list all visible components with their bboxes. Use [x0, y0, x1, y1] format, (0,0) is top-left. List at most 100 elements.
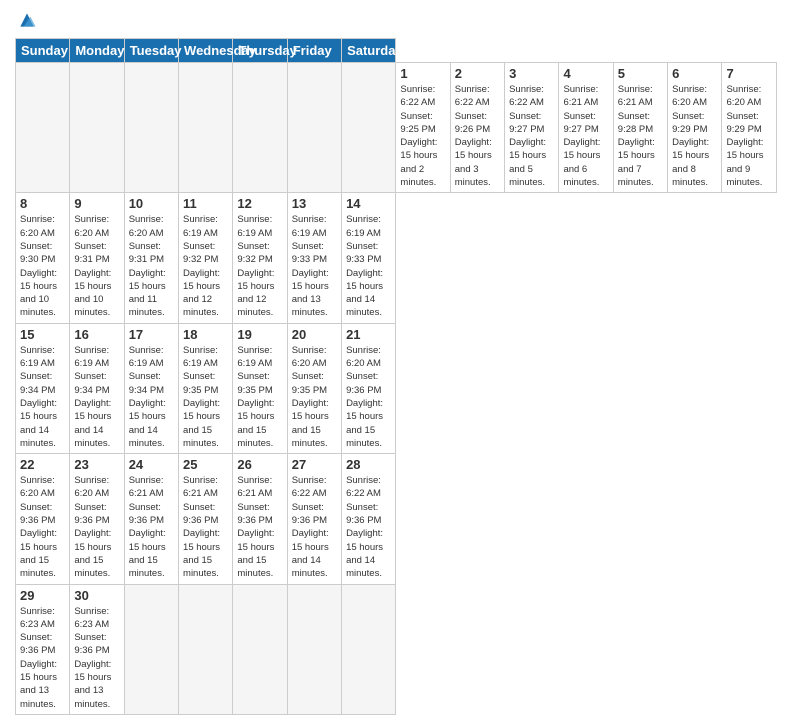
day-number: 7 — [726, 66, 772, 81]
daylight: Daylight: 15 hours and 15 minutes. — [237, 528, 274, 579]
sunset: Sunset: 9:34 PM — [20, 371, 55, 395]
sunset: Sunset: 9:28 PM — [618, 111, 653, 135]
day-number: 28 — [346, 457, 391, 472]
col-header-tuesday: Tuesday — [124, 39, 178, 63]
daylight: Daylight: 15 hours and 7 minutes. — [618, 137, 655, 188]
sunset: Sunset: 9:26 PM — [455, 111, 490, 135]
sunrise: Sunrise: 6:21 AM — [563, 84, 598, 108]
col-header-saturday: Saturday — [342, 39, 396, 63]
sunrise: Sunrise: 6:20 AM — [74, 214, 109, 238]
day-number: 29 — [20, 588, 65, 603]
day-number: 30 — [74, 588, 119, 603]
day-number: 12 — [237, 196, 282, 211]
day-number: 17 — [129, 327, 174, 342]
sunset: Sunset: 9:33 PM — [346, 241, 381, 265]
sunset: Sunset: 9:36 PM — [237, 502, 272, 526]
calendar-cell: 4 Sunrise: 6:21 AM Sunset: 9:27 PM Dayli… — [559, 63, 613, 193]
col-header-friday: Friday — [287, 39, 341, 63]
sunset: Sunset: 9:35 PM — [237, 371, 272, 395]
day-number: 4 — [563, 66, 608, 81]
daylight: Daylight: 15 hours and 11 minutes. — [129, 268, 166, 319]
day-info: Sunrise: 6:23 AM Sunset: 9:36 PM Dayligh… — [74, 605, 119, 711]
day-number: 9 — [74, 196, 119, 211]
sunrise: Sunrise: 6:19 AM — [237, 214, 272, 238]
daylight: Daylight: 15 hours and 10 minutes. — [74, 268, 111, 319]
sunset: Sunset: 9:36 PM — [20, 502, 55, 526]
sunrise: Sunrise: 6:19 AM — [183, 214, 218, 238]
day-info: Sunrise: 6:19 AM Sunset: 9:34 PM Dayligh… — [74, 344, 119, 450]
daylight: Daylight: 15 hours and 15 minutes. — [183, 528, 220, 579]
daylight: Daylight: 15 hours and 12 minutes. — [183, 268, 220, 319]
daylight: Daylight: 15 hours and 5 minutes. — [509, 137, 546, 188]
sunrise: Sunrise: 6:19 AM — [237, 345, 272, 369]
day-info: Sunrise: 6:19 AM Sunset: 9:33 PM Dayligh… — [292, 213, 337, 319]
day-number: 23 — [74, 457, 119, 472]
sunset: Sunset: 9:36 PM — [20, 632, 55, 656]
sunrise: Sunrise: 6:22 AM — [346, 475, 381, 499]
daylight: Daylight: 15 hours and 8 minutes. — [672, 137, 709, 188]
day-number: 25 — [183, 457, 228, 472]
day-info: Sunrise: 6:20 AM Sunset: 9:35 PM Dayligh… — [292, 344, 337, 450]
sunrise: Sunrise: 6:20 AM — [74, 475, 109, 499]
day-number: 5 — [618, 66, 663, 81]
calendar-cell — [342, 63, 396, 193]
calendar-cell: 29 Sunrise: 6:23 AM Sunset: 9:36 PM Dayl… — [16, 584, 70, 714]
day-number: 2 — [455, 66, 500, 81]
daylight: Daylight: 15 hours and 14 minutes. — [346, 268, 383, 319]
daylight: Daylight: 15 hours and 9 minutes. — [726, 137, 763, 188]
day-number: 16 — [74, 327, 119, 342]
sunset: Sunset: 9:32 PM — [183, 241, 218, 265]
calendar-cell — [233, 63, 287, 193]
sunrise: Sunrise: 6:19 AM — [20, 345, 55, 369]
calendar-cell — [16, 63, 70, 193]
sunset: Sunset: 9:36 PM — [183, 502, 218, 526]
day-number: 11 — [183, 196, 228, 211]
sunrise: Sunrise: 6:19 AM — [292, 214, 327, 238]
day-number: 8 — [20, 196, 65, 211]
calendar-cell: 27 Sunrise: 6:22 AM Sunset: 9:36 PM Dayl… — [287, 454, 341, 584]
sunset: Sunset: 9:36 PM — [74, 502, 109, 526]
calendar-cell: 5 Sunrise: 6:21 AM Sunset: 9:28 PM Dayli… — [613, 63, 667, 193]
day-info: Sunrise: 6:20 AM Sunset: 9:29 PM Dayligh… — [726, 83, 772, 189]
day-number: 26 — [237, 457, 282, 472]
calendar-cell: 24 Sunrise: 6:21 AM Sunset: 9:36 PM Dayl… — [124, 454, 178, 584]
calendar-cell: 3 Sunrise: 6:22 AM Sunset: 9:27 PM Dayli… — [505, 63, 559, 193]
sunrise: Sunrise: 6:21 AM — [129, 475, 164, 499]
sunset: Sunset: 9:36 PM — [346, 371, 381, 395]
day-number: 10 — [129, 196, 174, 211]
sunset: Sunset: 9:32 PM — [237, 241, 272, 265]
calendar-cell: 14 Sunrise: 6:19 AM Sunset: 9:33 PM Dayl… — [342, 193, 396, 323]
day-number: 22 — [20, 457, 65, 472]
sunrise: Sunrise: 6:19 AM — [183, 345, 218, 369]
sunset: Sunset: 9:31 PM — [74, 241, 109, 265]
calendar-cell: 25 Sunrise: 6:21 AM Sunset: 9:36 PM Dayl… — [179, 454, 233, 584]
day-number: 15 — [20, 327, 65, 342]
daylight: Daylight: 15 hours and 14 minutes. — [129, 398, 166, 449]
daylight: Daylight: 15 hours and 2 minutes. — [400, 137, 437, 188]
sunrise: Sunrise: 6:22 AM — [455, 84, 490, 108]
calendar-header-row: SundayMondayTuesdayWednesdayThursdayFrid… — [16, 39, 777, 63]
day-info: Sunrise: 6:23 AM Sunset: 9:36 PM Dayligh… — [20, 605, 65, 711]
sunset: Sunset: 9:31 PM — [129, 241, 164, 265]
day-info: Sunrise: 6:20 AM Sunset: 9:31 PM Dayligh… — [129, 213, 174, 319]
daylight: Daylight: 15 hours and 14 minutes. — [74, 398, 111, 449]
calendar-cell: 11 Sunrise: 6:19 AM Sunset: 9:32 PM Dayl… — [179, 193, 233, 323]
day-info: Sunrise: 6:21 AM Sunset: 9:36 PM Dayligh… — [129, 474, 174, 580]
calendar-cell: 19 Sunrise: 6:19 AM Sunset: 9:35 PM Dayl… — [233, 323, 287, 453]
sunset: Sunset: 9:33 PM — [292, 241, 327, 265]
daylight: Daylight: 15 hours and 15 minutes. — [292, 398, 329, 449]
daylight: Daylight: 15 hours and 3 minutes. — [455, 137, 492, 188]
calendar-cell — [233, 584, 287, 714]
day-info: Sunrise: 6:21 AM Sunset: 9:36 PM Dayligh… — [183, 474, 228, 580]
col-header-monday: Monday — [70, 39, 124, 63]
sunrise: Sunrise: 6:20 AM — [129, 214, 164, 238]
daylight: Daylight: 15 hours and 15 minutes. — [20, 528, 57, 579]
day-info: Sunrise: 6:22 AM Sunset: 9:25 PM Dayligh… — [400, 83, 445, 189]
day-number: 3 — [509, 66, 554, 81]
week-row-5: 29 Sunrise: 6:23 AM Sunset: 9:36 PM Dayl… — [16, 584, 777, 714]
sunset: Sunset: 9:35 PM — [183, 371, 218, 395]
day-number: 24 — [129, 457, 174, 472]
day-info: Sunrise: 6:20 AM Sunset: 9:30 PM Dayligh… — [20, 213, 65, 319]
calendar-cell: 20 Sunrise: 6:20 AM Sunset: 9:35 PM Dayl… — [287, 323, 341, 453]
daylight: Daylight: 15 hours and 14 minutes. — [20, 398, 57, 449]
